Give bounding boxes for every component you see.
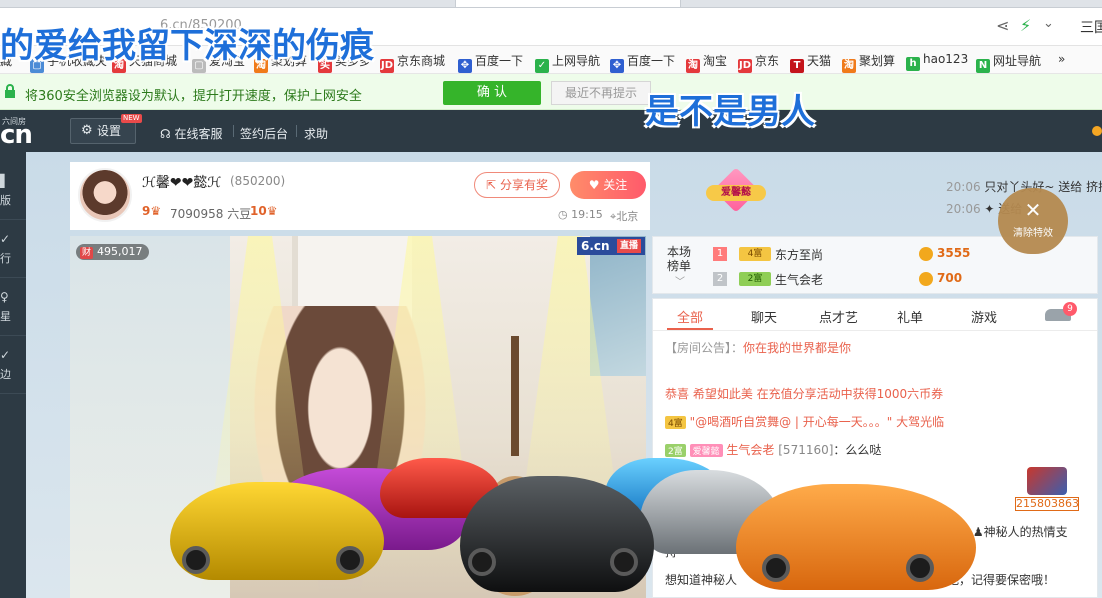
chat-tabs: 全部 聊天 点才艺 礼单 游戏 9: [653, 299, 1097, 331]
nav-divider: [233, 125, 234, 137]
help-link[interactable]: 求助: [304, 125, 328, 142]
close-icon: ✕: [1024, 198, 1042, 222]
host-name: ℋ馨❤❤懿ℋ: [142, 175, 222, 191]
star-level-badge: 10♛: [250, 204, 278, 218]
wealth-badge: 2富: [665, 444, 686, 457]
confirm-button[interactable]: 确 认: [443, 81, 541, 105]
tab-all[interactable]: 全部: [677, 307, 703, 326]
bookmark-item[interactable]: JD 京东: [738, 52, 779, 73]
car-count-badge: 9: [1063, 302, 1077, 316]
live-badge: 直播: [617, 239, 642, 253]
bookmark-item[interactable]: T 天猫: [790, 52, 831, 73]
site-logo[interactable]: 六间房 cn: [0, 110, 44, 152]
tab-gifts[interactable]: 礼单: [897, 307, 923, 326]
tmall-icon: T: [790, 59, 804, 73]
tab-games[interactable]: 游戏: [971, 307, 997, 326]
bookmark-item[interactable]: 淘淘宝: [686, 52, 727, 73]
bookmark-item[interactable]: N 网址导航: [976, 52, 1041, 73]
jd-icon: JD: [380, 59, 394, 73]
sidebar-item[interactable]: ✓ 边: [0, 336, 26, 394]
lock-icon: [5, 84, 15, 98]
browser-menu-label[interactable]: 三国: [1080, 17, 1102, 37]
bookmark-item[interactable]: h hao123: [906, 52, 968, 71]
coin-icon: [919, 247, 933, 261]
gear-icon: ⚙: [81, 123, 93, 138]
chat-message: 4富 "@喝酒听自赏舞@ | 开心每一天。。。" 大驾光临: [665, 413, 944, 430]
bookmarks-more[interactable]: »: [1058, 52, 1065, 66]
host-avatar[interactable]: [78, 168, 132, 222]
online-service-link[interactable]: ☊ 在线客服: [160, 125, 223, 142]
nav-divider: [296, 125, 297, 137]
sidebar-item[interactable]: ▌ 版: [0, 162, 26, 220]
share-icon: ⇱: [486, 178, 497, 192]
chat-username[interactable]: 生气会老: [726, 443, 774, 457]
chat-footer-left: 想知道神秘人: [665, 573, 738, 587]
browser-tab-bar: [0, 0, 1102, 8]
wealth-icon: 财: [80, 247, 94, 259]
chevron-down-icon[interactable]: ⌄: [1043, 16, 1054, 31]
default-browser-notify-bar: 将360安全浏览器设为默认，提升打开速度，保护上网安全 确 认 最近不再提示: [0, 74, 1102, 110]
site-watermark: 6.cn 直播: [577, 237, 645, 255]
fan-badge: 爱馨懿: [689, 444, 723, 457]
new-badge: NEW: [121, 114, 142, 123]
baidu-icon: ✥: [458, 59, 472, 73]
wealth-badge: 4富: [739, 247, 771, 261]
taobao-icon: 淘: [686, 59, 700, 73]
lightning-icon[interactable]: ⚡: [1020, 16, 1031, 35]
chat-event-message: 恭喜 希望如此美 在充值分享活动中获得1000六币券: [665, 387, 944, 401]
bean-count: 7090958 六豆: [170, 207, 252, 221]
clear-effects-button[interactable]: ✕ 清除特效: [998, 188, 1068, 254]
rank-row[interactable]: 2 2富 生气会老 700: [713, 270, 1093, 290]
bookmark-item[interactable]: ✥ 百度一下: [458, 52, 523, 73]
tab-talent[interactable]: 点才艺: [819, 307, 858, 326]
host-info-card: ℋ馨❤❤懿ℋ (850200) 9♛ 7090958 六豆 10♛ ⇱ 分享有奖…: [70, 162, 650, 230]
clock-icon: ◷: [558, 208, 568, 221]
sign-backend-link[interactable]: 签约后台: [240, 125, 288, 142]
wealth-badge: 2富: [739, 272, 771, 286]
wealth-badge: 4富: [665, 416, 686, 429]
notification-dot-icon[interactable]: [1092, 126, 1102, 136]
bookmark-item[interactable]: ✓ 上网导航: [535, 52, 600, 73]
hao123-icon: h: [906, 57, 920, 71]
baidu-icon: ✥: [610, 59, 624, 73]
coin-icon: [919, 272, 933, 286]
taobao-icon: 淘: [842, 59, 856, 73]
sidebar-item[interactable]: ✓ 行: [0, 220, 26, 278]
hao-icon: ✓: [535, 59, 549, 73]
stream-time: ◷ 19:15: [558, 208, 603, 221]
browser-tab-active[interactable]: [455, 0, 681, 8]
left-sidebar: ▌ 版 ✓ 行 ♀ 星 ✓ 边: [0, 152, 26, 598]
chat-message: 2富 爱馨懿 生气会老 [571160]：么么哒: [665, 441, 881, 458]
bookmark-item[interactable]: JD 京东商城: [380, 52, 445, 73]
lyric-overlay: 的爱给我留下深深的伤痕: [0, 26, 374, 66]
host-city: ⌖北京: [610, 210, 639, 223]
chevron-down-icon[interactable]: ﹀: [675, 273, 685, 288]
nav-icon: N: [976, 59, 990, 73]
heart-icon: ♥: [588, 178, 600, 192]
settings-button[interactable]: ⚙ 设置 NEW: [70, 114, 142, 144]
bookmark-item[interactable]: 淘聚划算: [842, 52, 895, 73]
viewer-count: 财 495,017: [76, 244, 149, 260]
fan-club-badge[interactable]: 爱馨懿: [706, 167, 766, 216]
headset-icon: ☊: [160, 127, 171, 141]
chat-announcement: 【房间公告】：你在我的世界都是你: [665, 341, 852, 355]
robot-gift-icon: [1027, 467, 1067, 495]
notify-message: 将360安全浏览器设为默认，提升打开速度，保护上网安全: [25, 89, 362, 104]
follow-button[interactable]: ♥ 关注: [570, 171, 646, 199]
wealth-level-badge: 9♛: [142, 204, 162, 218]
jd-icon: JD: [738, 59, 752, 73]
rank-label[interactable]: 本场 榜单: [667, 245, 697, 273]
site-nav-bar: 六间房 cn ⚙ 设置 NEW ☊ 在线客服 签约后台 求助: [0, 110, 1102, 152]
sidebar-item[interactable]: ♀ 星: [0, 278, 26, 336]
gift-count: 215803863: [1015, 497, 1079, 511]
crown-icon: ♛: [266, 204, 278, 218]
dont-remind-button[interactable]: 最近不再提示: [551, 81, 651, 105]
tab-chat[interactable]: 聊天: [751, 307, 777, 326]
share-reward-button[interactable]: ⇱ 分享有奖: [474, 172, 560, 198]
lyric-overlay: 是不是男人: [645, 92, 815, 132]
crown-icon: ♛: [150, 204, 162, 218]
bookmark-item[interactable]: ✥ 百度一下: [610, 52, 675, 73]
share-icon[interactable]: ⋖: [996, 16, 1009, 35]
room-id: (850200): [230, 174, 286, 188]
